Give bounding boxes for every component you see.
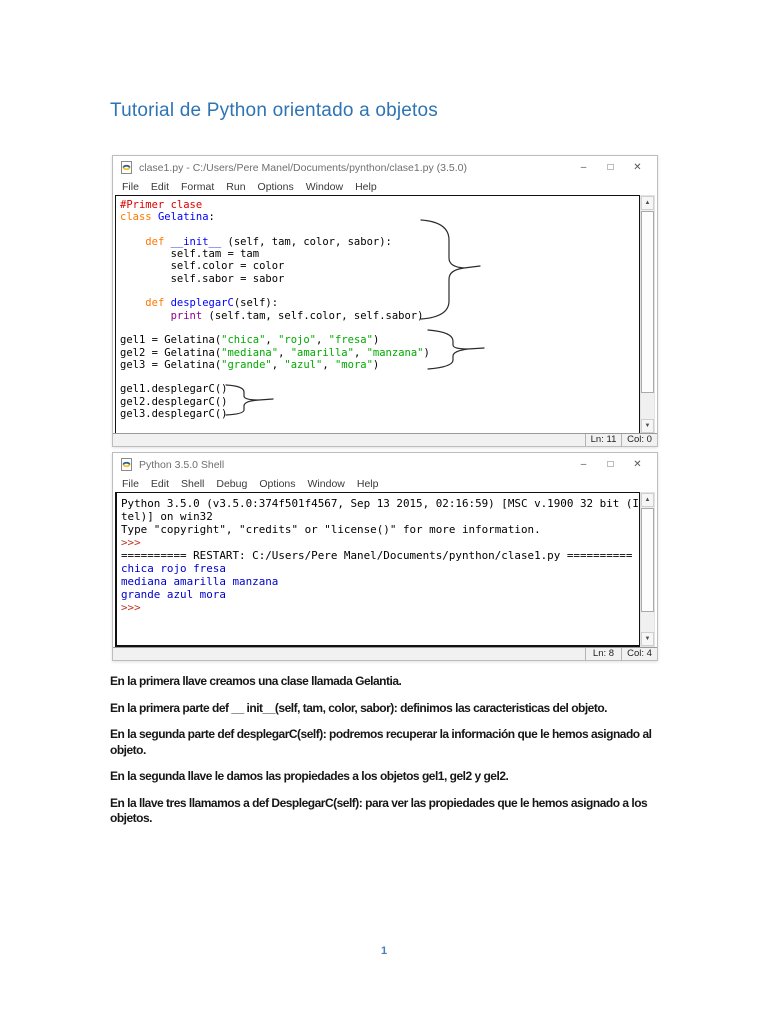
shell-menubar: File Edit Shell Debug Options Window Help	[113, 476, 657, 492]
page-number: 1	[380, 945, 388, 957]
menu-item-edit[interactable]: Edit	[145, 478, 175, 490]
code-line: ========== RESTART: C:/Users/Pere Manel/…	[121, 549, 633, 562]
menu-item-format[interactable]: Format	[175, 181, 220, 193]
code-line: Type "copyright", "credits" or "license(…	[121, 523, 541, 536]
menu-item-shell[interactable]: Shell	[175, 478, 210, 490]
menu-item-window[interactable]: Window	[302, 478, 351, 490]
code-line: gel3.desplegarC()	[120, 408, 228, 421]
code-line: self.color = color	[120, 260, 285, 273]
menu-item-file[interactable]: File	[116, 478, 145, 490]
menu-item-window[interactable]: Window	[300, 181, 349, 193]
minimize-button[interactable]: –	[570, 453, 597, 476]
menu-item-debug[interactable]: Debug	[210, 478, 253, 490]
code-line: gel3 = Gelatina("grande", "azul", "mora"…	[120, 358, 380, 371]
editor-titlebar: clase1.py - C:/Users/Pere Manel/Document…	[113, 156, 657, 179]
code-line: Python 3.5.0 (v3.5.0:374f501f4567, Sep 1…	[121, 497, 640, 510]
code-line: def __init__ (self, tam, color, sabor):	[145, 235, 392, 248]
status-line: Ln: 11	[585, 433, 621, 447]
paragraph: En la llave tres llamamos a def Desplega…	[110, 795, 648, 826]
menu-item-help[interactable]: Help	[349, 181, 383, 193]
code-line: self.tam = tam	[120, 248, 260, 261]
editor-menubar: File Edit Format Run Options Window Help	[113, 179, 657, 195]
code-line: >>>	[121, 536, 148, 549]
paragraph: En la primera llave creamos una clase ll…	[110, 674, 402, 688]
editor-statusbar: Ln: 11 Col: 0	[113, 433, 657, 447]
scrollbar-up-icon[interactable]: ▲	[641, 196, 654, 210]
status-col: Col: 4	[621, 647, 657, 661]
menu-item-file[interactable]: File	[116, 181, 145, 193]
menu-item-options[interactable]: Options	[253, 478, 301, 490]
scrollbar-down-icon[interactable]: ▼	[641, 632, 654, 646]
code-line: gel1.desplegarC()	[120, 383, 228, 396]
maximize-button[interactable]: □	[597, 156, 624, 179]
close-button[interactable]: ✕	[624, 156, 651, 179]
shell-window: Python 3.5.0 Shell – □ ✕ File Edit Shell De…	[112, 452, 658, 661]
shell-output[interactable]: Python 3.5.0 (v3.5.0:374f501f4567, Sep 1…	[115, 492, 640, 647]
paragraph: En la segunda parte def desplegarC(self)…	[110, 727, 652, 757]
idle-icon	[120, 161, 133, 174]
status-col: Col: 0	[621, 433, 657, 447]
menu-item-help[interactable]: Help	[351, 478, 385, 490]
close-button[interactable]: ✕	[624, 453, 651, 476]
scrollbar-track[interactable]: ▲ ▼	[640, 492, 655, 647]
scrollbar-track[interactable]: ▲ ▼	[640, 195, 655, 434]
code-line: print (self.tam, self.color, self.sabor)	[170, 309, 424, 322]
code-line: self.sabor = sabor	[120, 272, 285, 285]
code-line: gel1 = Gelatina("chica", "rojo", "fresa"…	[120, 334, 380, 347]
editor-window: clase1.py - C:/Users/Pere Manel/Document…	[112, 155, 658, 447]
paragraphs: En la primera llave creamos una clase ll…	[110, 674, 655, 838]
code-line: mediana amarilla manzana	[121, 575, 279, 588]
scrollbar-down-icon[interactable]: ▼	[641, 419, 654, 433]
code-line: def desplegarC(self):	[145, 297, 279, 310]
status-line: Ln: 8	[585, 647, 621, 661]
scrollbar-thumb[interactable]	[641, 508, 654, 612]
menu-item-edit[interactable]: Edit	[145, 181, 175, 193]
shell-text-region: Python 3.5.0 (v3.5.0:374f501f4567, Sep 1…	[115, 492, 655, 647]
code-line: gel2.desplegarC()	[120, 395, 228, 408]
shell-titlebar: Python 3.5.0 Shell – □ ✕	[113, 453, 657, 476]
editor-text-region: #Primer clase class Gelatina: def __init_…	[115, 195, 655, 434]
maximize-button[interactable]: □	[597, 453, 624, 476]
paragraph: En la segunda llave le damos las propied…	[110, 769, 509, 783]
code-line: tel)] on win32	[121, 510, 213, 523]
code-line: chica rojo fresa	[121, 562, 226, 575]
shell-window-title: Python 3.5.0 Shell	[139, 458, 225, 471]
code-line: grande azul mora	[121, 588, 226, 601]
page-title: Tutorial de Python orientado a objetos	[110, 100, 438, 121]
minimize-button[interactable]: –	[570, 156, 597, 179]
code-line: >>>	[121, 601, 148, 614]
code-line: class Gelatina:	[120, 211, 215, 224]
menu-item-options[interactable]: Options	[252, 181, 300, 193]
shell-statusbar: Ln: 8 Col: 4	[113, 647, 657, 661]
editor-code[interactable]: #Primer clase class Gelatina: def __init_…	[115, 195, 640, 434]
idle-icon	[120, 458, 133, 471]
editor-window-title: clase1.py - C:/Users/Pere Manel/Document…	[139, 161, 467, 174]
code-line: #Primer clase	[120, 199, 203, 211]
scrollbar-up-icon[interactable]: ▲	[641, 493, 654, 507]
paragraph: En la primera parte def __ init__(self, …	[110, 700, 608, 715]
code-line: gel2 = Gelatina("mediana", "amarilla", "…	[120, 346, 430, 359]
scrollbar-thumb[interactable]	[641, 211, 654, 393]
menu-item-run[interactable]: Run	[220, 181, 251, 193]
